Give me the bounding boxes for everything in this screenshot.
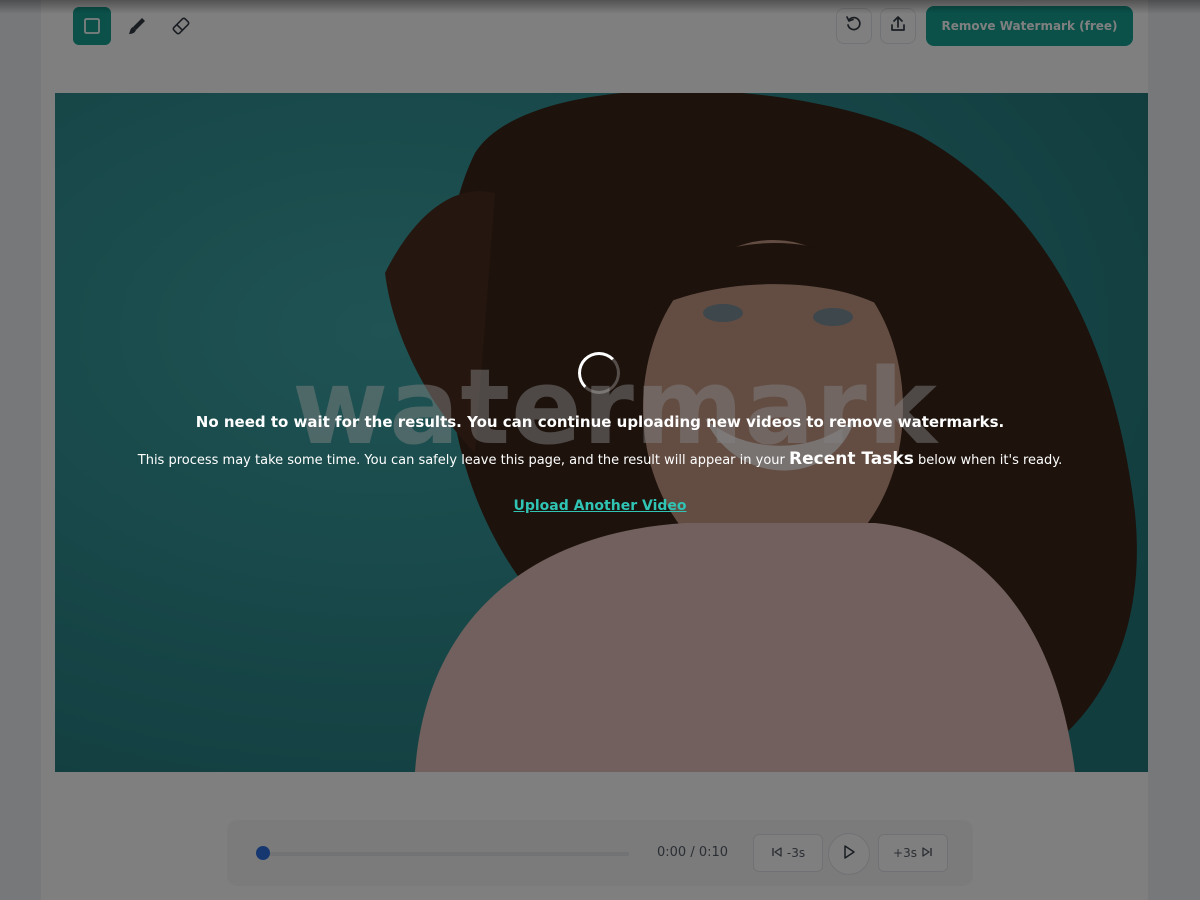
processing-message-end: below when it's ready. [917,453,1063,468]
upload-another-video-link[interactable]: Upload Another Video [450,498,750,514]
processing-message: This process may take some time. You can… [60,449,1140,469]
recent-tasks-emphasis: Recent Tasks [789,449,914,469]
top-shadow [0,0,1200,14]
processing-overlay: No need to wait for the results. You can… [0,0,1200,900]
processing-headline: No need to wait for the results. You can… [195,413,1005,431]
loading-spinner-icon [578,352,620,394]
processing-message-start: This process may take some time. You can… [137,453,785,468]
